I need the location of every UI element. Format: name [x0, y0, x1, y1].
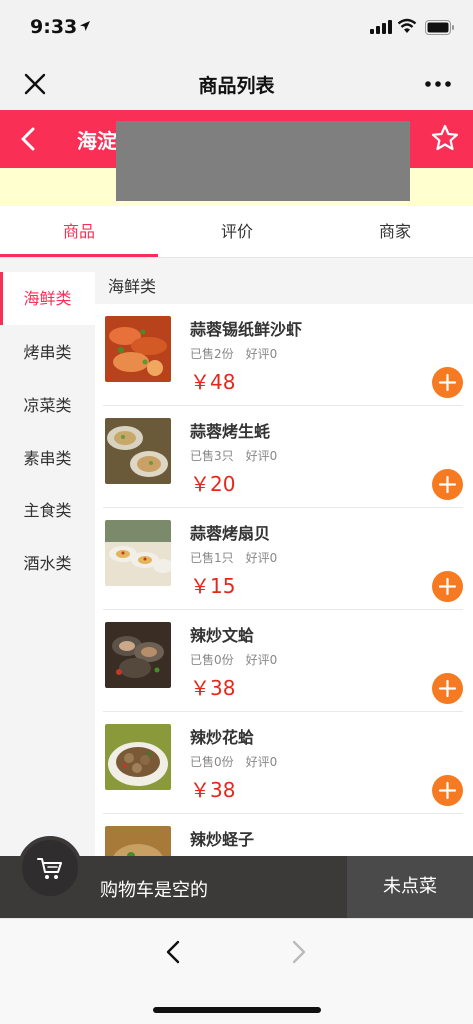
rating-count: 好评0 — [245, 551, 278, 565]
rating-count: 好评0 — [245, 347, 278, 361]
product-image — [105, 316, 171, 382]
shopping-cart-icon — [37, 858, 62, 879]
product-list: 海鲜类 蒜蓉锡纸鲜沙虾 已售2份 好评0 ￥48 蒜蓉烤生蚝 已售3只 好评0 ￥2… — [95, 270, 473, 856]
product-image — [105, 724, 171, 790]
more-options-icon[interactable] — [422, 72, 454, 96]
redacted-area — [116, 121, 410, 201]
category-drinks[interactable]: 酒水类 — [0, 537, 95, 590]
rating-count: 好评0 — [245, 449, 278, 463]
add-to-cart-icon[interactable] — [432, 775, 463, 806]
category-seafood[interactable]: 海鲜类 — [0, 272, 95, 325]
browser-bottom-bar — [0, 918, 473, 1024]
location-arrow-icon — [80, 21, 90, 31]
sold-count: 已售2份 — [190, 347, 234, 361]
tab-bar: 商品 评价 商家 — [0, 206, 473, 258]
cart-button[interactable] — [18, 836, 82, 900]
product-meta: 已售1只 好评0 — [190, 549, 289, 566]
add-to-cart-icon[interactable] — [432, 367, 463, 398]
add-to-cart-icon[interactable] — [432, 571, 463, 602]
product-meta: 已售2份 好评0 — [190, 345, 289, 362]
product-price: ￥38 — [190, 676, 236, 700]
product-price: ￥15 — [190, 574, 236, 598]
product-price: ￥20 — [190, 472, 236, 496]
browser-back-icon[interactable] — [163, 939, 183, 965]
section-title: 海鲜类 — [95, 270, 473, 304]
category-sidebar: 海鲜类 烤串类 凉菜类 素串类 主食类 酒水类 — [0, 270, 95, 856]
product-item[interactable]: 辣炒花蛤 已售0份 好评0 ￥38 — [95, 712, 473, 814]
product-item[interactable]: 蒜蓉锡纸鲜沙虾 已售2份 好评0 ￥48 — [95, 304, 473, 406]
product-item[interactable]: 辣炒蛏子 — [95, 814, 473, 856]
product-image — [105, 622, 171, 688]
tab-reviews[interactable]: 评价 — [158, 206, 316, 258]
product-name: 蒜蓉烤扇贝 — [190, 524, 271, 543]
add-to-cart-icon[interactable] — [432, 469, 463, 500]
rating-count: 好评0 — [245, 755, 278, 769]
tab-products[interactable]: 商品 — [0, 206, 158, 258]
cellular-signal-icon — [370, 20, 392, 34]
status-bar: 9:33 — [0, 0, 473, 56]
product-name: 蒜蓉烤生蚝 — [190, 422, 271, 441]
sold-count: 已售3只 — [190, 449, 234, 463]
back-icon[interactable] — [14, 124, 44, 154]
add-to-cart-icon[interactable] — [432, 673, 463, 704]
favorite-star-icon[interactable] — [430, 123, 460, 153]
browser-forward-icon[interactable] — [289, 939, 309, 965]
product-name: 蒜蓉锡纸鲜沙虾 — [190, 320, 303, 339]
product-item[interactable]: 蒜蓉烤扇贝 已售1只 好评0 ￥15 — [95, 508, 473, 610]
product-meta: 已售0份 好评0 — [190, 651, 289, 668]
sold-count: 已售0份 — [190, 755, 234, 769]
rating-count: 好评0 — [245, 653, 278, 667]
tab-merchant[interactable]: 商家 — [316, 206, 473, 258]
sold-count: 已售1只 — [190, 551, 234, 565]
category-staples[interactable]: 主食类 — [0, 484, 95, 537]
product-meta: 已售0份 好评0 — [190, 753, 289, 770]
product-name: 辣炒文蛤 — [190, 626, 255, 645]
product-name: 辣炒花蛤 — [190, 728, 255, 747]
sold-count: 已售0份 — [190, 653, 234, 667]
page-title: 商品列表 — [198, 75, 275, 97]
product-image — [105, 826, 171, 856]
order-button[interactable]: 未点菜 — [347, 856, 473, 918]
category-cold-dishes[interactable]: 凉菜类 — [0, 379, 95, 432]
wifi-icon — [397, 18, 417, 33]
product-item[interactable]: 辣炒文蛤 已售0份 好评0 ￥38 — [95, 610, 473, 712]
battery-icon — [425, 20, 454, 35]
nav-bar: 商品列表 — [0, 56, 473, 110]
home-indicator — [153, 1007, 321, 1013]
product-name: 辣炒蛏子 — [190, 830, 255, 849]
product-item[interactable]: 蒜蓉烤生蚝 已售3只 好评0 ￥20 — [95, 406, 473, 508]
product-image — [105, 520, 171, 586]
product-price: ￥38 — [190, 778, 236, 802]
category-veg-skewers[interactable]: 素串类 — [0, 432, 95, 485]
category-bbq-skewers[interactable]: 烤串类 — [0, 326, 95, 379]
shop-name: 海淀 — [77, 129, 117, 153]
product-meta: 已售3只 好评0 — [190, 447, 289, 464]
product-price: ￥48 — [190, 370, 236, 394]
cart-status: 购物车是空的 — [100, 880, 208, 901]
status-time: 9:33 — [30, 16, 78, 38]
product-image — [105, 418, 171, 484]
active-tab-indicator — [0, 254, 158, 257]
